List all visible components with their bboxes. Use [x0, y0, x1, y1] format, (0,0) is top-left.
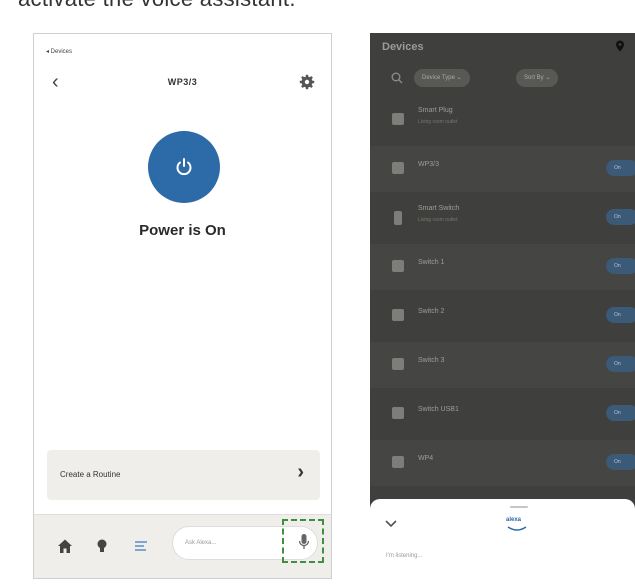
plug-icon: [392, 113, 404, 125]
sort-by-filter[interactable]: Sort By ⌄: [516, 69, 559, 87]
plug-icon: [392, 407, 404, 419]
instruction-caption: activate the voice assistant.: [18, 0, 296, 12]
bottom-nav-bar: Ask Alexa...: [34, 514, 331, 578]
device-row[interactable]: WP3/3 On: [370, 146, 635, 192]
device-name: Switch 1: [418, 259, 445, 266]
home-icon[interactable]: [56, 537, 74, 555]
device-name: Switch 3: [418, 357, 445, 364]
devices-list-screen: Devices Device Type ⌄ Sort By ⌄ Smart Pl…: [370, 33, 635, 579]
alexa-logo: alexa: [506, 517, 522, 523]
device-row[interactable]: Switch USB1 On: [370, 391, 635, 437]
device-subtitle: Living room outlet: [418, 217, 458, 223]
back-link[interactable]: ◂ Devices: [46, 48, 72, 55]
device-name: Switch 2: [418, 308, 445, 315]
location-pin-icon[interactable]: [615, 40, 625, 52]
power-status-text: Power is On: [139, 222, 226, 239]
device-toggle[interactable]: On: [606, 405, 635, 421]
ask-alexa-placeholder: Ask Alexa...: [185, 540, 217, 546]
device-toggle[interactable]: On: [606, 209, 635, 225]
devices-title: Devices: [382, 41, 424, 53]
microphone-icon: [298, 534, 310, 549]
sheet-drag-handle[interactable]: [510, 506, 528, 508]
device-toggle[interactable]: On: [606, 258, 635, 274]
device-row[interactable]: Switch 1 On: [370, 244, 635, 290]
device-toggle[interactable]: On: [606, 307, 635, 323]
device-name: Smart Switch: [418, 205, 460, 212]
mic-button[interactable]: [282, 519, 324, 563]
switch-icon: [394, 211, 402, 225]
alexa-smile-icon: [507, 526, 527, 531]
lightbulb-icon[interactable]: [93, 537, 111, 555]
device-toggle[interactable]: On: [606, 454, 635, 470]
device-title: WP3/3: [167, 77, 198, 87]
create-routine-label: Create a Routine: [60, 470, 121, 479]
create-routine-card[interactable]: Create a Routine ›: [47, 450, 320, 500]
device-row[interactable]: Switch 3 On: [370, 342, 635, 388]
device-row[interactable]: Smart Switch Living room outlet On: [370, 195, 635, 241]
device-subtitle: Living room outlet: [418, 119, 458, 125]
device-name: WP4: [418, 455, 434, 462]
plug-icon: [392, 358, 404, 370]
device-row[interactable]: Smart Plug Living room outlet: [370, 97, 635, 143]
device-toggle[interactable]: On: [606, 160, 635, 176]
device-toggle[interactable]: On: [606, 356, 635, 372]
device-name: Switch USB1: [418, 406, 459, 413]
plug-icon: [392, 162, 404, 174]
plug-icon: [392, 456, 404, 468]
plug-icon: [392, 309, 404, 321]
search-icon[interactable]: [390, 71, 404, 85]
device-name: WP3/3: [418, 161, 440, 168]
chevron-right-icon: ›: [297, 461, 304, 483]
gear-icon[interactable]: [299, 74, 315, 90]
power-button[interactable]: [148, 131, 220, 203]
plug-icon: [392, 260, 404, 272]
device-name: Smart Plug: [418, 107, 453, 114]
device-type-filter[interactable]: Device Type ⌄: [414, 69, 470, 87]
alexa-listening-sheet: alexa I'm listening...: [370, 499, 635, 579]
power-icon: [176, 158, 192, 176]
device-detail-screen: ◂ Devices ‹ WP3/3 Power is On Create a R…: [33, 33, 332, 579]
device-row[interactable]: WP4 On: [370, 440, 635, 486]
activity-list-icon[interactable]: [132, 537, 150, 555]
chevron-down-icon[interactable]: [384, 519, 398, 529]
listening-status: I'm listening...: [386, 553, 423, 559]
device-row[interactable]: Switch 2 On: [370, 293, 635, 339]
